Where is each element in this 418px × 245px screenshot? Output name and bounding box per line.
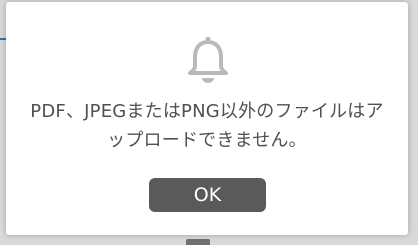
dialog-message: PDF、JPEGまたはPNG以外のファイルはアップロードできません。 xyxy=(30,101,384,151)
alert-dialog: PDF、JPEGまたはPNG以外のファイルはアップロードできません。 OK xyxy=(6,2,408,235)
ok-button[interactable]: OK xyxy=(149,178,266,212)
bell-icon xyxy=(186,36,230,84)
underlying-page-element xyxy=(186,239,210,245)
